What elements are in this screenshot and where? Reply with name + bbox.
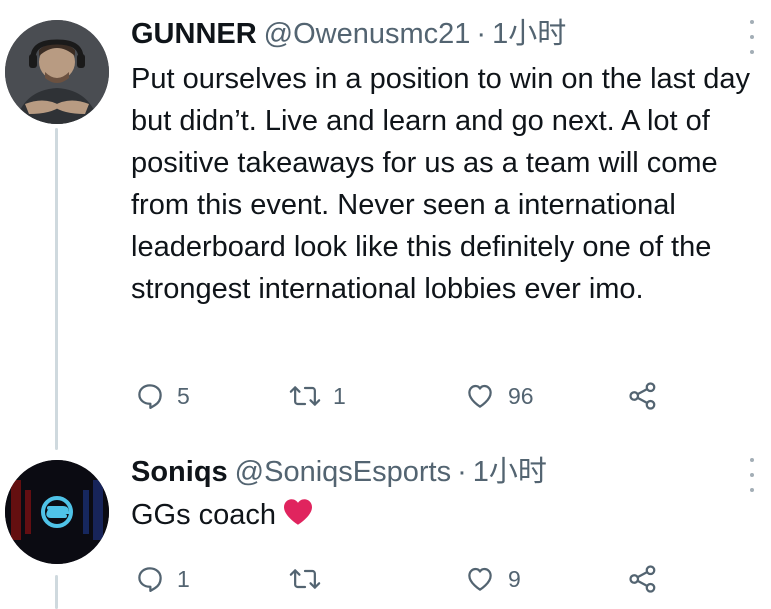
heart-icon: [468, 384, 492, 408]
reply-icon: [138, 567, 162, 592]
avatar-gunner[interactable]: [5, 20, 109, 124]
reply-button[interactable]: 5: [135, 376, 190, 416]
thread-connector-line: [55, 128, 58, 450]
display-name[interactable]: Soniqs: [131, 452, 228, 492]
header-separator: ·: [476, 18, 487, 50]
tweet-timestamp[interactable]: 1小时: [473, 452, 547, 492]
retweet-count: 1: [333, 382, 346, 409]
avatar-gunner-image: [5, 20, 109, 124]
tweet-text: GGs coach: [131, 494, 756, 538]
tweet-header: Soniqs @SoniqsEsports · 1小时: [131, 452, 771, 492]
header-separator: ·: [457, 456, 467, 488]
like-count: 9: [508, 565, 521, 592]
reply-button[interactable]: 1: [135, 559, 190, 599]
user-handle[interactable]: @SoniqsEsports: [235, 452, 451, 492]
tweet-timestamp[interactable]: 1小时: [492, 14, 566, 54]
like-button[interactable]: 96: [464, 376, 534, 416]
reply-count: 1: [177, 565, 190, 592]
user-handle[interactable]: @Owenusmc21: [264, 14, 471, 54]
retweet-icon: [289, 386, 321, 406]
more-vertical-icon[interactable]: [747, 20, 757, 54]
tweet-soniqs[interactable]: Soniqs @SoniqsEsports · 1小时 GGs coach 1: [131, 452, 771, 593]
heart-icon: [468, 567, 492, 591]
retweet-button[interactable]: [289, 559, 333, 599]
tweet-text-content: GGs coach: [131, 499, 277, 531]
share-icon: [629, 382, 656, 410]
avatar-soniqs[interactable]: [5, 460, 109, 564]
tweet-actions: 5 1 96: [131, 376, 671, 416]
retweet-icon: [289, 569, 321, 589]
thread-connector-line-bottom: [55, 575, 58, 609]
tweet-actions: 1 9: [131, 559, 671, 599]
reply-icon: [138, 384, 162, 409]
share-icon: [629, 565, 656, 593]
more-vertical-icon[interactable]: [747, 458, 757, 492]
like-count: 96: [508, 382, 534, 409]
share-button[interactable]: [627, 559, 659, 599]
red-heart-emoji-icon: [282, 496, 314, 538]
share-button[interactable]: [627, 376, 659, 416]
tweet-text: Put ourselves in a position to win on th…: [131, 63, 751, 305]
like-button[interactable]: 9: [464, 559, 521, 599]
tweet-gunner[interactable]: GUNNER @Owenusmc21 · 1小时 Put ourselves i…: [131, 14, 771, 410]
display-name[interactable]: GUNNER: [131, 14, 257, 54]
retweet-button[interactable]: 1: [289, 376, 346, 416]
tweet-header: GUNNER @Owenusmc21 · 1小时: [131, 14, 771, 54]
reply-count: 5: [177, 382, 190, 409]
soniqs-logo-icon: [5, 460, 109, 564]
